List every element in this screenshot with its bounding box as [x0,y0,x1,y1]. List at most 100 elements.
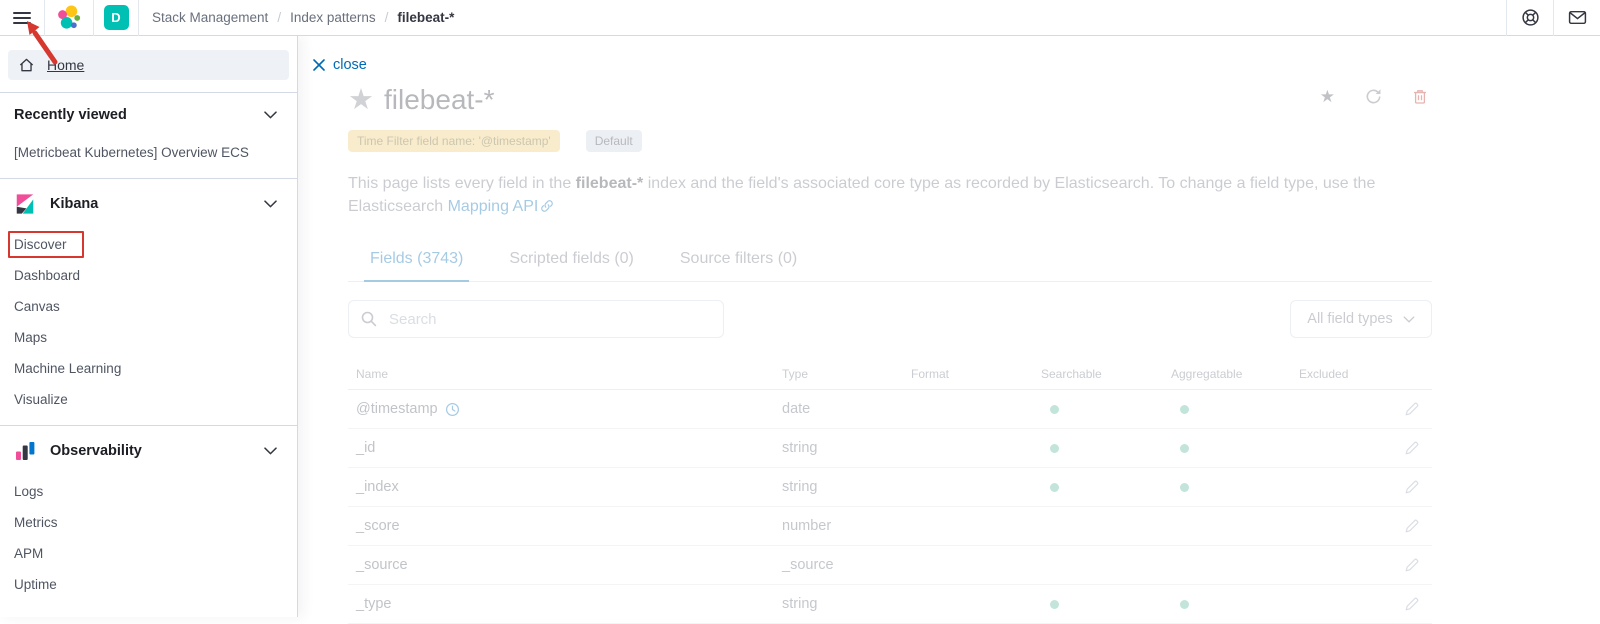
chevron-down-icon [264,447,277,455]
sidebar-item-canvas[interactable]: Canvas [0,291,297,322]
section-title: Kibana [50,196,98,212]
search-input[interactable] [387,310,711,329]
field-name: _source [356,557,408,573]
table-row: _type string [348,585,1432,624]
sidebar-section-kibana[interactable]: Kibana [0,179,297,227]
sidebar-section-observability[interactable]: Observability [0,426,297,474]
edit-field-button[interactable] [1404,518,1420,534]
column-header-searchable: Searchable [1033,367,1163,381]
table-row: @timestamp date [348,390,1432,429]
sidebar-item-maps[interactable]: Maps [0,322,297,353]
refresh-icon [1365,88,1382,105]
close-flyout-button[interactable]: close [313,57,367,73]
chevron-down-icon [1403,316,1415,323]
edit-field-button[interactable] [1404,440,1420,456]
observability-logo-icon [14,440,36,462]
external-link-icon [540,199,554,213]
clock-icon [445,402,460,417]
tab-fields[interactable]: Fields (3743) [364,242,469,282]
space-selector-button[interactable]: D [94,0,138,36]
aggregatable-dot [1180,483,1189,492]
searchable-dot [1050,483,1059,492]
pencil-icon [1404,557,1420,573]
breadcrumb-current-page: filebeat-* [397,10,454,25]
menu-toggle-button[interactable] [0,0,44,36]
pencil-icon [1404,440,1420,456]
delete-button[interactable] [1412,88,1428,105]
description-index-name: filebeat-* [576,175,644,192]
field-type: string [774,440,903,456]
pencil-icon [1404,518,1420,534]
page-description: This page lists every field in the fileb… [348,172,1378,218]
pencil-icon [1404,596,1420,612]
sidebar-item-home[interactable]: Home [8,50,289,80]
section-title: Recently viewed [14,107,127,123]
edit-field-button[interactable] [1404,557,1420,573]
pencil-icon [1404,479,1420,495]
searchable-dot [1050,444,1059,453]
trash-icon [1412,88,1428,105]
breadcrumb-index-patterns[interactable]: Index patterns [290,10,376,25]
field-type-filter-dropdown[interactable]: All field types [1290,300,1432,338]
field-type: _source [774,557,903,573]
sidebar-section-recently-viewed[interactable]: Recently viewed [0,93,297,135]
sidebar-item-apm[interactable]: APM [0,538,297,569]
index-pattern-panel: ★ filebeat-* ★ [348,80,1432,624]
field-name: @timestamp [356,401,438,417]
column-header-type: Type [774,367,903,381]
elastic-logo-icon [56,4,83,31]
table-row: _id string [348,429,1432,468]
sidebar-item-discover[interactable]: Discover [0,229,297,260]
tab-scripted-fields[interactable]: Scripted fields (0) [503,242,640,281]
refresh-button[interactable] [1365,88,1382,105]
elastic-logo-button[interactable] [45,0,93,36]
default-badge: Default [586,130,642,152]
kibana-logo-icon [14,193,36,215]
table-row: _source _source [348,546,1432,585]
sidebar-item-metrics[interactable]: Metrics [0,507,297,538]
help-button[interactable] [1507,0,1553,36]
search-box[interactable] [348,300,724,338]
field-type: number [774,518,903,534]
table-row: _score number [348,507,1432,546]
nav-flyout: Home Recently viewed [Metricbeat Kuberne… [0,36,298,617]
column-header-name: Name [348,367,774,381]
aggregatable-dot [1180,444,1189,453]
field-type: string [774,479,903,495]
aggregatable-dot [1180,600,1189,609]
chevron-down-icon [264,111,277,119]
sidebar-item-machine-learning[interactable]: Machine Learning [0,353,297,384]
breadcrumb-stack-management[interactable]: Stack Management [152,10,268,25]
page-title: filebeat-* [384,84,495,116]
mapping-api-link[interactable]: Mapping API [448,198,539,215]
fields-table: Name Type Format Searchable Aggregatable… [348,358,1432,624]
sidebar-item-uptime[interactable]: Uptime [0,569,297,600]
sidebar-item-metricbeat-overview[interactable]: [Metricbeat Kubernetes] Overview ECS [0,137,297,168]
home-icon [18,57,35,74]
field-type-filter-label: All field types [1307,311,1392,327]
field-type: string [774,596,903,612]
edit-field-button[interactable] [1404,401,1420,417]
time-filter-badge: Time Filter field name: '@timestamp' [348,130,560,152]
field-name: _index [356,479,399,495]
set-default-star-button[interactable]: ★ [1320,88,1335,105]
tab-source-filters[interactable]: Source filters (0) [674,242,803,281]
sidebar-item-logs[interactable]: Logs [0,476,297,507]
edit-field-button[interactable] [1404,596,1420,612]
searchable-dot [1050,600,1059,609]
sidebar-home-label: Home [47,57,84,73]
section-title: Observability [50,443,142,459]
main-content: close ★ filebeat-* ★ [299,36,1600,617]
column-header-excluded: Excluded [1291,367,1388,381]
newsfeed-button[interactable] [1554,0,1600,36]
field-name: _type [356,596,391,612]
mail-icon [1568,8,1587,27]
sidebar-item-visualize[interactable]: Visualize [0,384,297,415]
breadcrumb-separator: / [277,10,281,25]
hamburger-icon [13,9,31,27]
close-label: close [333,57,367,73]
sidebar-item-dashboard[interactable]: Dashboard [0,260,297,291]
search-icon [361,311,377,327]
edit-field-button[interactable] [1404,479,1420,495]
pencil-icon [1404,401,1420,417]
